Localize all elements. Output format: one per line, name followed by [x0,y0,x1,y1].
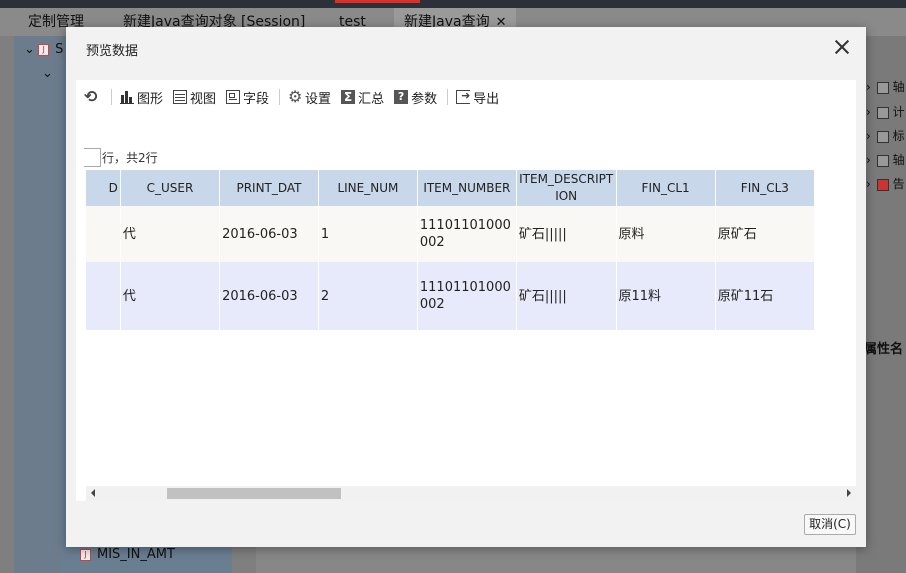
dialog-content: ⟲ 图形 视图 字段 ⚙ 设置 Σ 汇总 ? 参数 ➜ 导出 行，共2行 D C… [76,80,856,501]
chart-label: 图形 [137,91,164,107]
property-name-header: 属性名 [864,342,904,357]
right-panel-item[interactable]: › 告 [866,175,905,192]
file-icon: J [38,43,50,56]
table-row[interactable]: 代 2016-06-03 2 11101101000002 矿石||||| 原1… [86,262,816,330]
view-icon [173,90,188,104]
table-cell: 2016-06-03 [219,262,319,330]
table-cell: 2016-06-03 [219,206,319,262]
horizontal-scrollbar[interactable] [86,486,856,501]
gear-icon: ⚙ [288,87,303,106]
refresh-icon: ⟲ [84,87,98,106]
param-label: 参数 [411,91,438,107]
refresh-button[interactable]: ⟲ [84,86,101,108]
cancel-button[interactable]: 取消(C) [804,514,856,535]
table-cell: 2 [318,262,418,330]
column-header[interactable]: ITEM_DESCRIPTION [516,170,617,206]
toolbar: ⟲ 图形 视图 字段 ⚙ 设置 Σ 汇总 ? 参数 ➜ 导出 [84,86,509,108]
export-button[interactable]: 导出 [456,86,499,108]
question-icon: ? [394,90,409,104]
right-panel-item[interactable]: › 计 [866,103,905,120]
chevron-down-icon[interactable]: ⌄ [42,66,53,81]
table-cell [86,206,121,262]
column-header[interactable]: ITEM_NUMBER [417,170,517,206]
chart-button[interactable]: 图形 [120,86,163,108]
column-header[interactable]: C_USER [120,170,221,206]
chevron-down-icon[interactable]: ⌄ [24,42,35,57]
table-cell: 11101101000002 [417,262,517,330]
scroll-left-icon[interactable] [91,489,95,497]
table-cell: 原矿11石 [715,262,816,330]
row-count-input[interactable] [84,148,101,167]
calc-icon [876,106,889,119]
summary-button[interactable]: Σ 汇总 [341,86,384,108]
tree-root-label: S [55,42,64,57]
table-cell: 原矿石 [715,206,816,262]
tree-item-mis-in-amt[interactable]: J MIS_IN_AMT [80,547,175,562]
column-header[interactable]: D [86,170,121,206]
summary-label: 汇总 [358,91,385,107]
export-label: 导出 [473,91,500,107]
table-row[interactable]: 代 2016-06-03 1 11101101000002 矿石||||| 原料… [86,206,816,262]
field-button[interactable]: 字段 [226,86,269,108]
table-cell: 矿石||||| [516,262,617,330]
warning-icon [876,178,889,191]
export-icon [456,89,470,104]
table-cell [86,262,121,330]
tree-root[interactable]: ⌄ JS [24,42,63,57]
label-icon [876,130,889,143]
field-label: 字段 [243,91,270,107]
right-panel-item[interactable]: › 标 [866,127,905,144]
file-icon: J [80,548,91,561]
row-info-text: 行，共2行 [102,151,158,165]
top-bar [0,0,906,8]
dialog-header: 预览数据 [66,27,866,69]
table-cell: 11101101000002 [417,206,517,262]
view-button[interactable]: 视图 [173,86,216,108]
column-header[interactable]: FIN_CL3 [715,170,816,206]
axis-icon [876,81,889,94]
settings-button[interactable]: ⚙ 设置 [288,86,331,108]
tree-node[interactable]: ⌄ [42,66,53,81]
sigma-icon: Σ [341,90,356,104]
field-icon [226,90,241,104]
scrollbar-thumb[interactable] [167,488,341,499]
bottom-strip [256,547,856,573]
top-accent [335,0,420,3]
table-cell: 代 [120,262,221,330]
right-panel-item[interactable]: › 轴 [866,151,905,168]
tree-item-label: MIS_IN_AMT [97,547,175,562]
table-header-row: D C_USER PRINT_DAT LINE_NUM ITEM_NUMBER … [86,170,816,206]
help-icon [876,154,889,167]
param-button[interactable]: ? 参数 [394,86,437,108]
bar-chart-icon [120,90,134,104]
toolbar-separator [111,89,112,105]
preview-data-dialog: 预览数据 ⟲ 图形 视图 字段 ⚙ 设置 Σ 汇总 ? 参数 ➜ 导出 行，共2… [66,27,866,547]
table-cell: 代 [120,206,221,262]
right-panel-item[interactable]: › 轴 [866,78,905,95]
table-cell: 矿石||||| [516,206,617,262]
column-header[interactable]: PRINT_DAT [219,170,319,206]
column-header[interactable]: LINE_NUM [318,170,418,206]
data-table-container: D C_USER PRINT_DAT LINE_NUM ITEM_NUMBER … [86,170,856,486]
table-cell: 原11料 [616,262,716,330]
row-info: 行，共2行 [84,148,158,167]
table-cell: 1 [318,206,418,262]
toolbar-separator [447,89,449,105]
settings-label: 设置 [305,91,332,107]
scroll-right-icon[interactable] [847,489,851,497]
toolbar-separator [279,89,281,105]
view-label: 视图 [190,91,217,107]
data-table: D C_USER PRINT_DAT LINE_NUM ITEM_NUMBER … [86,170,816,330]
close-icon[interactable] [834,39,850,55]
table-cell: 原料 [616,206,716,262]
column-header[interactable]: FIN_CL1 [616,170,716,206]
dialog-title: 预览数据 [86,44,139,59]
